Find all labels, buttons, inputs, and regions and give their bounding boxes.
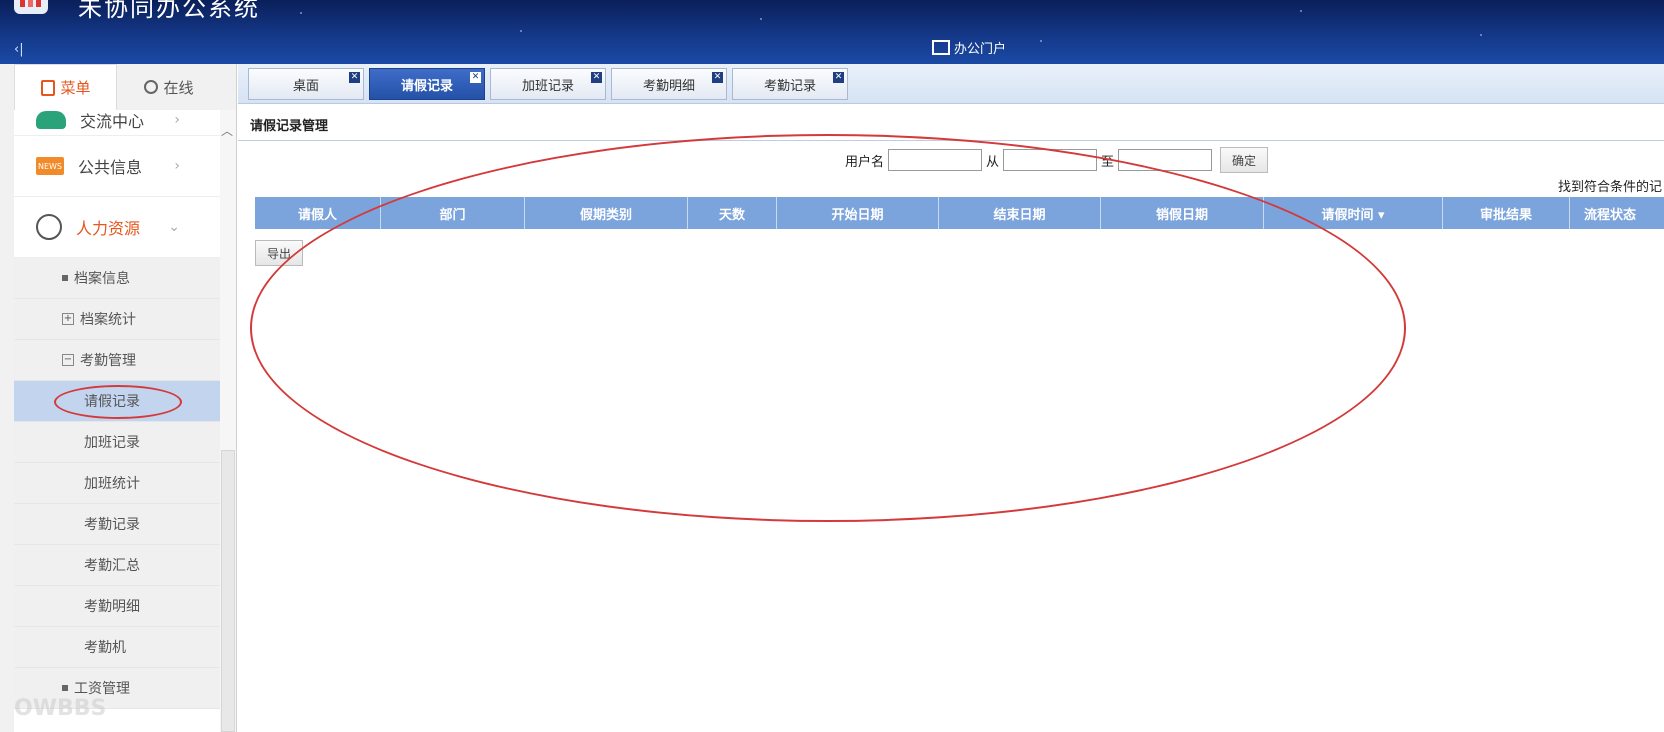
close-icon[interactable]: ✕ [349,72,360,83]
highlight-circle [54,385,182,419]
sidebar-item-label: 考勤管理 [80,353,136,369]
sidebar-item-label: 档案信息 [74,271,130,287]
page-title: 请假记录管理 [250,119,329,134]
close-icon[interactable]: ✕ [833,72,844,83]
username-label: 用户名 [845,154,885,170]
sidebar-item-label: 工资管理 [74,681,130,697]
sidebar-item-label: 交流中心 [80,111,145,131]
sidebar-tabs: 菜单 在线 [14,64,220,110]
sidebar-item-overtime-records[interactable]: 加班记录 [14,422,220,463]
tab-online[interactable]: 在线 [117,64,220,110]
tab-menu-label: 菜单 [60,79,91,97]
close-icon[interactable]: ✕ [591,72,602,83]
sidebar: 菜单 在线 交流中心 › NEWS 公共信息 › 人力资源 ⌄ 档案信息 + 档… [0,64,237,732]
office-portal-link[interactable]: 办公门户 [932,38,1006,57]
sidebar-item-communication[interactable]: 交流中心 › [14,110,220,136]
bullet-icon [62,275,68,281]
sidebar-item-attendance-mgmt[interactable]: − 考勤管理 [14,340,220,381]
sidebar-item-label: 考勤明细 [84,599,140,615]
table-header: 请假人 部门 假期类别 天数 开始日期 结束日期 销假日期 请假时间 ▾ 审批结… [255,197,1664,229]
sidebar-item-leave-records[interactable]: 请假记录 [14,381,220,422]
tab-attendance-records[interactable]: 考勤记录 ✕ [732,68,848,100]
tab-label: 考勤记录 [763,78,816,94]
bullet-icon [62,685,68,691]
tab-label: 桌面 [292,78,319,94]
watermark: OWBBS [14,696,107,721]
person-icon [36,214,62,240]
monitor-icon [932,40,950,55]
username-input[interactable] [888,149,983,171]
sidebar-item-attendance-machine[interactable]: 考勤机 [14,627,220,668]
sidebar-item-label: 人力资源 [76,219,141,238]
news-icon: NEWS [36,157,64,175]
column-header[interactable]: 流程状态 [1570,197,1664,229]
app-header: 未协同办公系统 ‹| 办公门户 [0,0,1664,64]
expand-icon[interactable]: + [62,313,74,325]
app-logo [14,0,48,14]
confirm-button[interactable]: 确定 [1220,147,1269,173]
tab-desktop[interactable]: 桌面 ✕ [248,68,364,100]
sidebar-item-label: 加班统计 [84,476,140,492]
chevron-right-icon: › [174,158,180,174]
sidebar-item-public-info[interactable]: NEWS 公共信息 › [14,136,220,197]
divider [238,140,1664,141]
tab-online-label: 在线 [163,78,194,97]
app-title: 未协同办公系统 [78,0,260,22]
sidebar-item-label: 档案统计 [80,312,136,328]
column-header[interactable]: 假期类别 [525,197,688,229]
office-portal-label: 办公门户 [954,42,1007,57]
column-header[interactable]: 请假时间 ▾ [1264,197,1443,229]
team-icon [36,110,66,129]
collapse-icon[interactable]: − [62,354,74,366]
tab-bar: 桌面 ✕ 请假记录 ✕ 加班记录 ✕ 考勤明细 ✕ 考勤记录 ✕ [238,64,1664,104]
chevron-down-icon: ⌄ [168,219,180,235]
chevron-right-icon: › [174,111,180,128]
column-header[interactable]: 天数 [688,197,777,229]
sidebar-item-archive-stats[interactable]: + 档案统计 [14,299,220,340]
sidebar-item-archive-info[interactable]: 档案信息 [14,258,220,299]
column-header[interactable]: 结束日期 [939,197,1101,229]
tab-label: 加班记录 [521,78,574,94]
close-icon[interactable]: ✕ [470,72,481,83]
results-count-text: 找到符合条件的记 [1558,180,1663,195]
to-label: 至 [1101,154,1115,170]
column-header[interactable]: 销假日期 [1101,197,1264,229]
scrollbar-thumb[interactable] [221,450,235,732]
column-header[interactable]: 开始日期 [777,197,939,229]
sidebar-item-attendance-detail[interactable]: 考勤明细 [14,586,220,627]
search-form: 用户名 从 至 确定 [845,147,1269,173]
tab-label: 请假记录 [400,78,453,94]
sidebar-menu: 交流中心 › NEWS 公共信息 › 人力资源 ⌄ 档案信息 + 档案统计 − … [14,110,220,732]
sidebar-item-label: 考勤记录 [84,517,140,533]
sidebar-item-hr[interactable]: 人力资源 ⌄ [14,197,220,258]
sidebar-scrollbar[interactable]: ︿ [220,110,236,732]
tab-menu[interactable]: 菜单 [14,64,118,110]
sidebar-item-label: 考勤机 [84,640,126,656]
sidebar-item-label: 公共信息 [78,158,143,177]
column-header[interactable]: 部门 [381,197,525,229]
sidebar-item-overtime-stats[interactable]: 加班统计 [14,463,220,504]
sidebar-item-attendance-summary[interactable]: 考勤汇总 [14,545,220,586]
from-date-input[interactable] [1003,149,1098,171]
from-label: 从 [986,154,1000,170]
user-icon [143,80,158,94]
tab-label: 考勤明细 [642,78,695,94]
highlight-circle [250,134,1406,522]
sidebar-item-label: 考勤汇总 [84,558,140,574]
sidebar-item-attendance-records[interactable]: 考勤记录 [14,504,220,545]
column-header[interactable]: 审批结果 [1443,197,1570,229]
close-icon[interactable]: ✕ [712,72,723,83]
chevron-up-icon[interactable]: ︿ [221,122,233,139]
column-header[interactable]: 请假人 [255,197,381,229]
tab-leave-records[interactable]: 请假记录 ✕ [369,68,485,100]
collapse-sidebar-icon[interactable]: ‹| [14,42,24,57]
tab-overtime-records[interactable]: 加班记录 ✕ [490,68,606,100]
menu-icon [40,79,55,96]
export-button[interactable]: 导出 [255,240,303,266]
to-date-input[interactable] [1118,149,1213,171]
tab-attendance-detail[interactable]: 考勤明细 ✕ [611,68,727,100]
sidebar-item-label: 加班记录 [84,435,140,451]
